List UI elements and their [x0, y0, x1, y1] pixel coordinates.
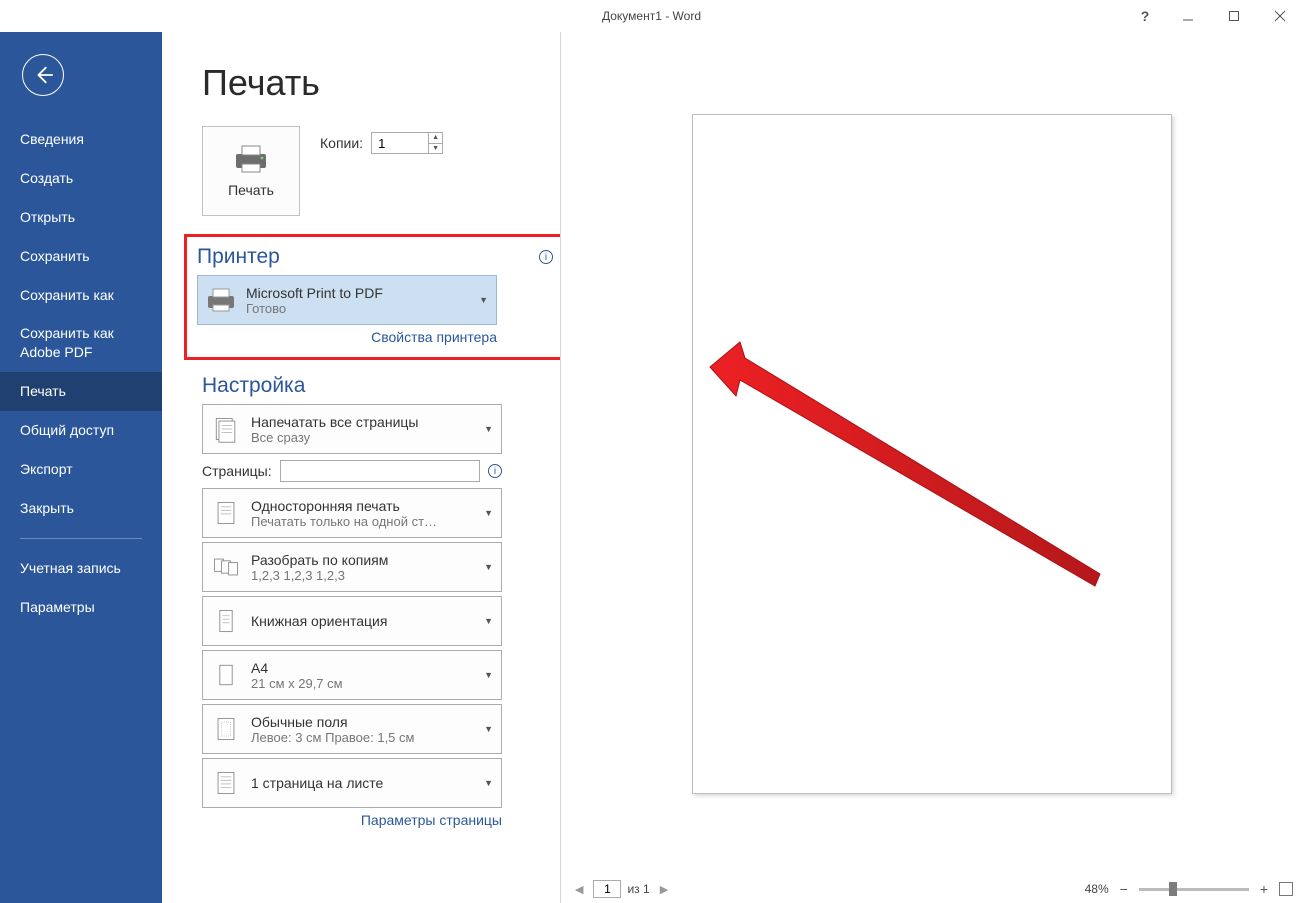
setting-orientation[interactable]: Книжная ориентация ▼: [202, 596, 502, 646]
one-sided-icon: [209, 496, 243, 530]
printer-section-highlight: Принтер i Microsoft Print to PDF Готово: [184, 234, 572, 360]
setting-print-pages[interactable]: Напечатать все страницы Все сразу ▼: [202, 404, 502, 454]
setting-margins[interactable]: Обычные поля Левое: 3 см Правое: 1,5 см …: [202, 704, 502, 754]
pages-label: Страницы:: [202, 463, 272, 479]
next-page-button[interactable]: ▶: [656, 883, 672, 896]
page-setup-link[interactable]: Параметры страницы: [361, 812, 502, 828]
preview-column: ◀ из 1 ▶ 48% − +: [560, 32, 1303, 903]
chevron-down-icon: ▼: [484, 616, 493, 626]
sidebar-item-save[interactable]: Сохранить: [0, 237, 162, 276]
printer-name: Microsoft Print to PDF: [246, 285, 471, 301]
sidebar-item-info[interactable]: Сведения: [0, 120, 162, 159]
print-settings-column: Печать Печать Копии:: [162, 32, 560, 903]
print-button-label: Печать: [228, 182, 274, 198]
sidebar-item-print[interactable]: Печать: [0, 372, 162, 411]
pages-all-icon: [209, 412, 243, 446]
printer-section-title: Принтер i: [197, 245, 559, 269]
maximize-button[interactable]: [1211, 0, 1257, 32]
setting-paper-size[interactable]: A4 21 см x 29,7 см ▼: [202, 650, 502, 700]
setting-sides[interactable]: Односторонняя печать Печатать только на …: [202, 488, 502, 538]
prev-page-button[interactable]: ◀: [571, 883, 587, 896]
sidebar-item-new[interactable]: Создать: [0, 159, 162, 198]
zoom-percent: 48%: [1085, 882, 1109, 896]
window-title: Документ1 - Word: [602, 9, 701, 23]
fit-to-window-button[interactable]: [1279, 882, 1293, 896]
sidebar-item-share[interactable]: Общий доступ: [0, 411, 162, 450]
current-page-input[interactable]: [593, 880, 621, 898]
chevron-down-icon: ▼: [484, 424, 493, 434]
chevron-down-icon: ▼: [484, 778, 493, 788]
copies-label: Копии:: [320, 135, 363, 151]
printer-status: Готово: [246, 301, 471, 316]
page-preview: [692, 114, 1172, 794]
copies-spinner[interactable]: ▲ ▼: [371, 132, 443, 154]
zoom-in-button[interactable]: +: [1257, 881, 1271, 897]
minimize-button[interactable]: [1165, 0, 1211, 32]
zoom-out-button[interactable]: −: [1117, 881, 1131, 897]
chevron-down-icon: ▼: [484, 670, 493, 680]
sidebar-item-export[interactable]: Экспорт: [0, 450, 162, 489]
setting-pages-per-she[interactable]: 1 страница на листе ▼: [202, 758, 502, 808]
close-button[interactable]: [1257, 0, 1303, 32]
sidebar-item-saveas-pdf[interactable]: Сохранить как Adobe PDF: [0, 314, 162, 372]
copies-input[interactable]: [372, 133, 428, 153]
copies-up[interactable]: ▲: [429, 133, 442, 144]
copies-down[interactable]: ▼: [429, 144, 442, 154]
setting-collate[interactable]: Разобрать по копиям 1,2,3 1,2,3 1,2,3 ▼: [202, 542, 502, 592]
pages-input[interactable]: [280, 460, 480, 482]
chevron-down-icon: ▼: [484, 562, 493, 572]
collate-icon: [209, 550, 243, 584]
printer-dropdown[interactable]: Microsoft Print to PDF Готово ▼: [197, 275, 497, 325]
printer-icon: [231, 144, 271, 174]
help-button[interactable]: ?: [1125, 0, 1165, 32]
sidebar-item-saveas[interactable]: Сохранить как: [0, 276, 162, 315]
margins-icon: [209, 712, 243, 746]
print-button[interactable]: Печать: [202, 126, 300, 216]
backstage-sidebar: Сведения Создать Открыть Сохранить Сохра…: [0, 32, 162, 903]
chevron-down-icon: ▼: [484, 724, 493, 734]
info-icon[interactable]: i: [488, 464, 502, 478]
sidebar-divider: [20, 538, 142, 539]
paper-size-icon: [209, 658, 243, 692]
settings-section-title: Настройка: [202, 374, 560, 398]
page-of-label: из 1: [627, 882, 649, 896]
sidebar-item-open[interactable]: Открыть: [0, 198, 162, 237]
window-controls: ?: [1125, 0, 1303, 32]
pages-per-sheet-icon: [209, 766, 243, 800]
chevron-down-icon: ▼: [479, 295, 488, 305]
zoom-slider[interactable]: [1139, 888, 1249, 891]
preview-footer: ◀ из 1 ▶ 48% − +: [561, 875, 1303, 903]
sidebar-item-options[interactable]: Параметры: [0, 588, 162, 627]
preview-area: [561, 32, 1303, 875]
back-button[interactable]: [22, 54, 64, 96]
sidebar-item-account[interactable]: Учетная запись: [0, 549, 162, 588]
info-icon[interactable]: i: [539, 250, 553, 264]
printer-device-icon: [204, 283, 238, 317]
sidebar-item-close[interactable]: Закрыть: [0, 489, 162, 528]
portrait-icon: [209, 604, 243, 638]
chevron-down-icon: ▼: [484, 508, 493, 518]
page-title: Печать: [202, 62, 560, 104]
titlebar: Документ1 - Word ?: [0, 0, 1303, 32]
printer-properties-link[interactable]: Свойства принтера: [371, 329, 497, 345]
